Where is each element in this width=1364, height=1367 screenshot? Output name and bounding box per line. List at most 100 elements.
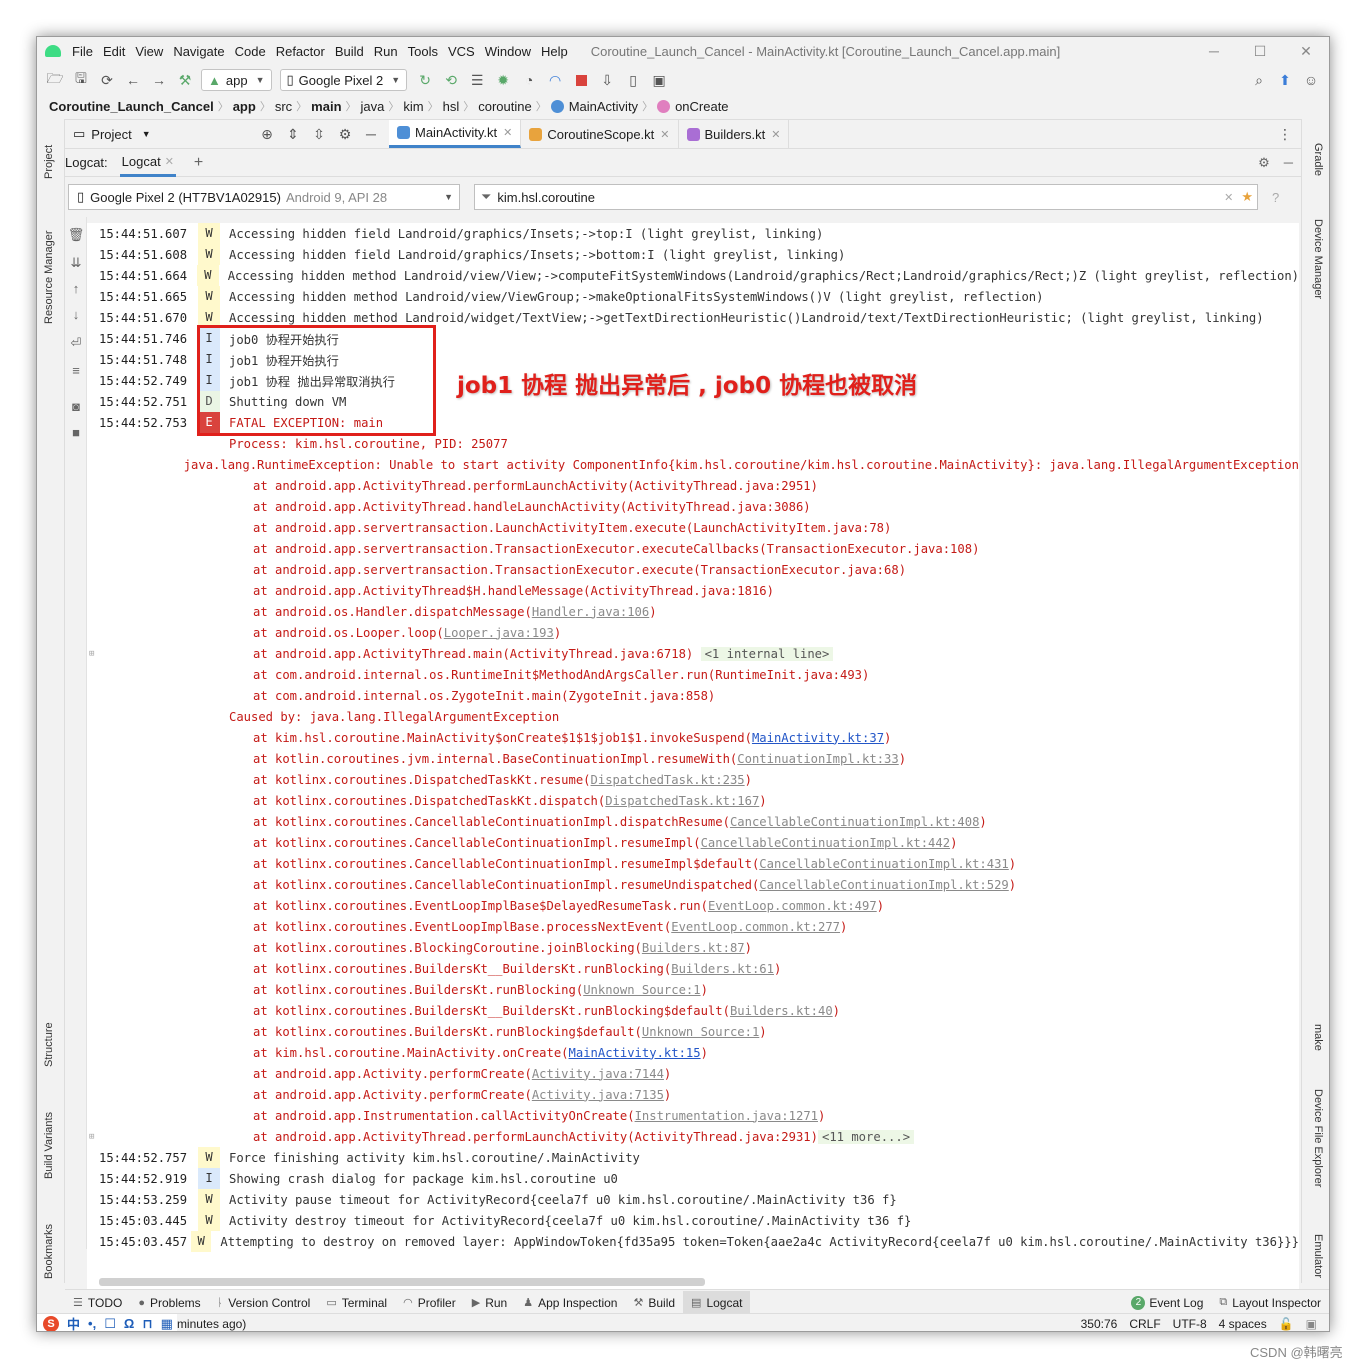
close-button[interactable]: ✕	[1283, 43, 1329, 60]
lock-icon[interactable]: 🔓	[1279, 1317, 1294, 1331]
menu-file[interactable]: File	[67, 44, 98, 59]
trash-icon[interactable]: 🗑	[65, 227, 87, 243]
bottom-tab-terminal[interactable]: ▭ Terminal	[318, 1291, 395, 1315]
save-icon[interactable]: 🖫	[69, 68, 93, 92]
crumb-project[interactable]: Coroutine_Launch_Cancel	[37, 99, 218, 114]
profile-icon[interactable]: ◔	[517, 68, 541, 92]
ime-chinese[interactable]: 中	[67, 1314, 80, 1331]
source-link[interactable]: Unknown Source:1	[583, 983, 700, 997]
logcat-filter-input[interactable]: ⏷ kim.hsl.coroutine ✕ ★	[474, 184, 1258, 210]
crumb-java[interactable]: java	[357, 99, 389, 114]
tool-device-manager[interactable]: Device Manager	[1312, 219, 1324, 299]
coverage-icon[interactable]: ☰	[465, 68, 489, 92]
tool-bookmarks[interactable]: Bookmarks	[43, 1224, 55, 1279]
bottom-tab-event-log[interactable]: 2 Event Log	[1123, 1291, 1211, 1315]
crumb-main[interactable]: main	[307, 99, 345, 114]
crumb-kim[interactable]: kim	[399, 99, 427, 114]
tool-device-file-explorer[interactable]: Device File Explorer	[1312, 1089, 1324, 1187]
source-link[interactable]: CancellableContinuationImpl.kt:408	[730, 815, 979, 829]
ime-crop[interactable]: ⊓	[142, 1316, 152, 1332]
close-icon[interactable]: ✕	[165, 155, 174, 168]
device-manager-icon[interactable]: ▣	[647, 68, 671, 92]
hide-icon[interactable]: ─	[359, 122, 383, 146]
help-icon[interactable]: ?	[1272, 190, 1279, 205]
menu-refactor[interactable]: Refactor	[271, 44, 330, 59]
source-link[interactable]: DispatchedTask.kt:235	[591, 773, 745, 787]
tab-builders[interactable]: Builders.kt ✕	[679, 120, 790, 148]
video-icon[interactable]: ■	[65, 425, 87, 440]
source-link[interactable]: CancellableContinuationImpl.kt:442	[701, 836, 950, 850]
open-folder-icon[interactable]: 🗁	[43, 68, 67, 92]
crumb-hsl[interactable]: hsl	[439, 99, 464, 114]
collapse-all-icon[interactable]: ⇳	[307, 122, 331, 146]
tab-logcat[interactable]: Logcat ✕	[119, 149, 176, 177]
gear-icon[interactable]: ⚙	[333, 122, 357, 146]
device-select[interactable]: ▯ Google Pixel 2 ▼	[279, 69, 408, 91]
source-link[interactable]: Unknown Source:1	[642, 1025, 759, 1039]
bottom-tab-problems[interactable]: ● Problems	[130, 1291, 208, 1315]
search-icon[interactable]: ⌕	[1247, 68, 1271, 92]
menu-tools[interactable]: Tools	[403, 44, 443, 59]
tool-resource-manager[interactable]: Resource Manager	[43, 230, 55, 324]
memory-icon[interactable]: ▣	[1306, 1317, 1317, 1331]
menu-window[interactable]: Window	[480, 44, 536, 59]
source-link[interactable]: Instrumentation.java:1271	[635, 1109, 818, 1123]
close-icon[interactable]: ✕	[660, 128, 669, 141]
debug-icon[interactable]: ✹	[491, 68, 515, 92]
attach-debugger-icon[interactable]: ◠	[543, 68, 567, 92]
source-link[interactable]: Handler.java:106	[532, 605, 649, 619]
bottom-tab-run[interactable]: ▶ Run	[464, 1291, 515, 1315]
bottom-tab-version-control[interactable]: ᚿ Version Control	[209, 1291, 319, 1315]
expand-fold-icon[interactable]: ⊞	[89, 649, 94, 659]
soft-wrap-icon[interactable]: ⏎	[65, 335, 87, 351]
bottom-tab-profiler[interactable]: ◠ Profiler	[395, 1291, 464, 1315]
tool-structure[interactable]: Structure	[43, 1022, 55, 1067]
close-icon[interactable]: ✕	[771, 128, 780, 141]
menu-view[interactable]: View	[130, 44, 168, 59]
format-icon[interactable]: ≡	[65, 363, 87, 378]
back-icon[interactable]: ←	[121, 68, 145, 92]
source-link[interactable]: Builders.kt:61	[671, 962, 774, 976]
clear-icon[interactable]: ✕	[1224, 191, 1233, 204]
ime-toolbox[interactable]: ▦	[161, 1316, 173, 1332]
bottom-tab-todo[interactable]: ☰ TODO	[65, 1291, 130, 1315]
bottom-tab-logcat[interactable]: ▤ Logcat	[683, 1290, 751, 1315]
apply-changes-icon[interactable]: ⟲	[439, 68, 463, 92]
file-encoding[interactable]: UTF-8	[1173, 1317, 1207, 1331]
add-tab-icon[interactable]: +	[194, 154, 203, 172]
tab-mainactivity[interactable]: MainActivity.kt ✕	[389, 120, 522, 148]
menu-run[interactable]: Run	[369, 44, 403, 59]
update-icon[interactable]: ⬆	[1273, 68, 1297, 92]
crumb-mainactivity[interactable]: MainActivity	[547, 99, 642, 114]
menu-vcs[interactable]: VCS	[443, 44, 480, 59]
source-link[interactable]: MainActivity.kt:37	[752, 731, 884, 745]
sogou-icon[interactable]: S	[43, 1315, 59, 1331]
ime-symbol[interactable]: Ω	[124, 1316, 134, 1331]
tool-project[interactable]: Project	[43, 145, 55, 179]
close-icon[interactable]: ✕	[503, 126, 512, 139]
maximize-button[interactable]: ☐	[1237, 43, 1283, 60]
star-icon[interactable]: ★	[1241, 189, 1253, 205]
project-tool-header[interactable]: ▭ Project ▼	[65, 120, 253, 148]
rerun-icon[interactable]: ↻	[413, 68, 437, 92]
crumb-oncreate[interactable]: onCreate	[653, 99, 732, 114]
sync-icon[interactable]: ⟳	[95, 68, 119, 92]
arrow-up-icon[interactable]: ↑	[65, 281, 87, 296]
source-link[interactable]: Builders.kt:40	[730, 1004, 833, 1018]
stop-icon[interactable]	[569, 68, 593, 92]
more-icon[interactable]: ⋮	[1273, 122, 1297, 146]
expand-all-icon[interactable]: ⇕	[281, 122, 305, 146]
menu-navigate[interactable]: Navigate	[168, 44, 229, 59]
source-link[interactable]: EventLoop.common.kt:277	[671, 920, 840, 934]
ime-fullwidth[interactable]: ☐	[104, 1316, 116, 1332]
source-link[interactable]: ContinuationImpl.kt:33	[737, 752, 898, 766]
camera-icon[interactable]: ◙	[65, 399, 87, 414]
menu-code[interactable]: Code	[230, 44, 271, 59]
source-link[interactable]: CancellableContinuationImpl.kt:431	[759, 857, 1008, 871]
folded-lines-badge[interactable]: <1 internal line>	[700, 646, 834, 661]
bottom-tab-layout-inspector[interactable]: ⧉ Layout Inspector	[1211, 1291, 1329, 1315]
hammer-icon[interactable]: ⚒	[173, 68, 197, 92]
scroll-to-end-icon[interactable]: ⇊	[65, 255, 87, 271]
bottom-tab-app-inspection[interactable]: ♟ App Inspection	[515, 1291, 625, 1315]
menu-edit[interactable]: Edit	[98, 44, 130, 59]
